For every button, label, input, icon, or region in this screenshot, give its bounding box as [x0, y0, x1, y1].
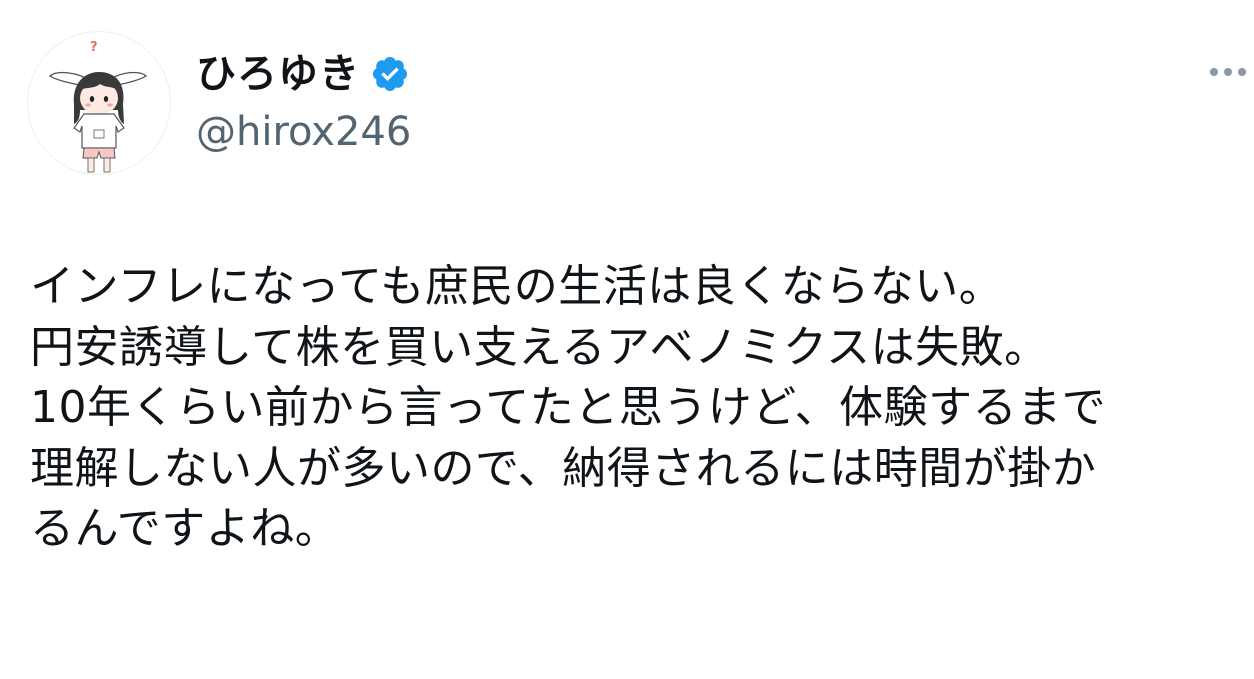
author-handle[interactable]: @hirox246 — [196, 106, 411, 158]
tweet-text-line: インフレになっても庶民の生活は良くならない。 — [30, 261, 1004, 312]
tweet-text-line: るんですよね。 — [30, 503, 340, 555]
author-display-name[interactable]: ひろゆき — [196, 46, 360, 102]
tweet-text-line: 円安誘導して株を買い支えるアベノミクスは失敗。 — [30, 321, 1049, 373]
tweet-text-line: 10年くらい前から言ってたと思うけど、体験するまで — [30, 382, 1107, 434]
svg-text:?: ? — [90, 40, 98, 55]
tweet-text-line: 理解しない人が多いので、納得されるには時間が掛か — [30, 442, 1097, 494]
avatar-bunny-ear-character-icon: ? — [48, 40, 148, 173]
author-name-row[interactable]: ひろゆき — [196, 46, 410, 102]
tweet-card: ? ひろゆき @hirox246 インフレになっても庶民の生活は良くならない。 … — [0, 0, 1254, 679]
more-options-button[interactable] — [1204, 58, 1252, 86]
more-options-icon — [1210, 68, 1246, 76]
author-avatar[interactable]: ? — [27, 31, 171, 175]
verified-badge-icon[interactable] — [370, 54, 410, 94]
tweet-text: インフレになっても庶民の生活は良くならない。 円安誘導して株を買い支えるアベノミ… — [30, 257, 1250, 560]
